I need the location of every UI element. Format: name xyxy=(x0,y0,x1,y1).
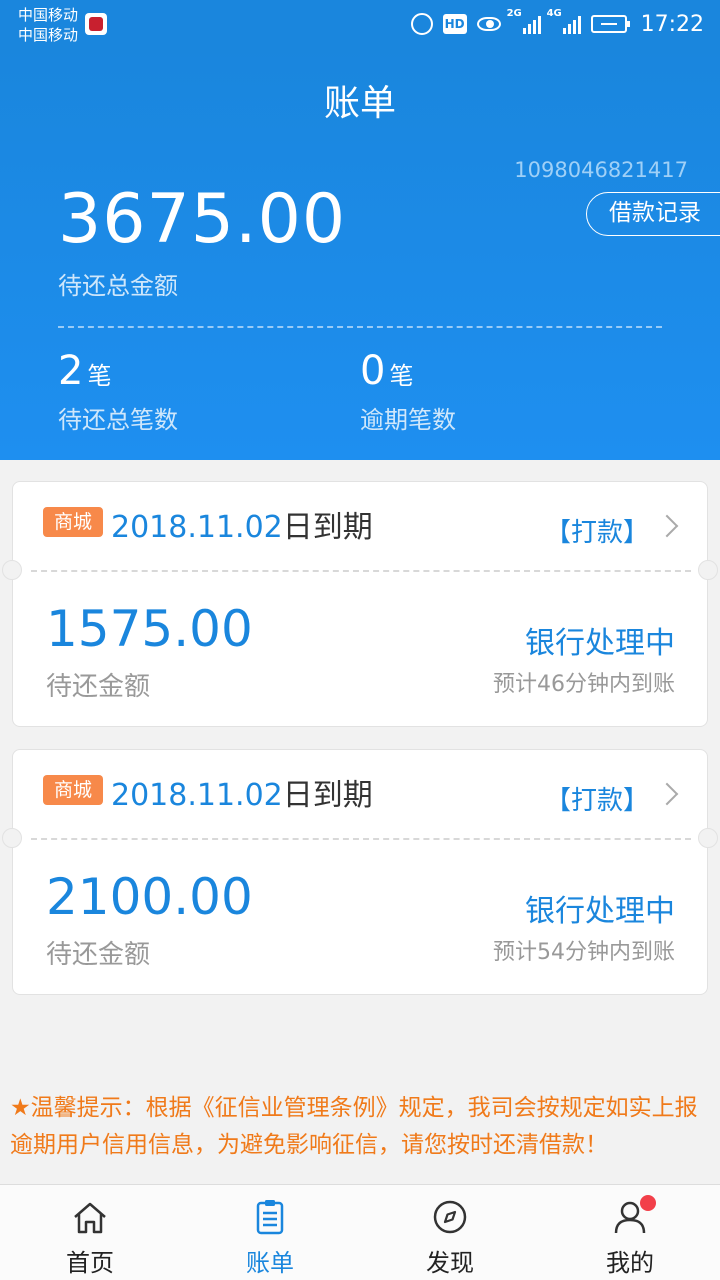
tab-home-label: 首页 xyxy=(66,1249,114,1277)
credit-notice: ★温馨提示：根据《征信业管理条例》规定，我司会按规定如实上报逾期用户信用信息，为… xyxy=(10,1095,698,1158)
loan-record-button[interactable]: 借款记录 xyxy=(586,192,720,236)
carrier-app-icon xyxy=(85,13,107,35)
card-notch xyxy=(2,560,22,580)
bill-summary-header: 账单 1098046821417 借款记录 3675.00 待还总金额 2笔 待… xyxy=(0,48,720,460)
bill-payout-link[interactable]: 【打款】 xyxy=(545,780,649,817)
bill-card[interactable]: 商城 2018.11.02日到期 【打款】 2100.00 待还金额 银行处理中… xyxy=(2,749,718,995)
bill-card-header[interactable]: 商城 2018.11.02日到期 【打款】 xyxy=(13,750,707,836)
overdue-count-stat: 0笔 逾期笔数 xyxy=(360,348,456,435)
total-amount: 3675.00 xyxy=(58,180,347,259)
bill-due-date: 2018.11.02日到期 xyxy=(111,778,373,813)
compass-icon xyxy=(433,1200,467,1234)
bill-source-tag: 商城 xyxy=(43,507,103,537)
bill-source-tag: 商城 xyxy=(43,775,103,805)
eye-comfort-icon xyxy=(476,17,501,31)
status-bar: 中国移动 中国移动 HD 2G 4G 17:22 xyxy=(0,0,720,48)
bill-due-date: 2018.11.02日到期 xyxy=(111,510,373,545)
card-notch xyxy=(2,828,22,848)
pending-count: 2 xyxy=(58,348,84,394)
bill-amount: 1575.00 xyxy=(46,600,253,658)
card-divider xyxy=(31,570,691,572)
notification-badge xyxy=(640,1195,656,1211)
bill-icon xyxy=(256,1200,284,1235)
signal-2g-label: 2G xyxy=(506,8,522,19)
signal-4g-icon: 4G xyxy=(547,8,581,34)
card-divider xyxy=(31,838,691,840)
bill-card[interactable]: 商城 2018.11.02日到期 【打款】 1575.00 待还金额 银行处理中… xyxy=(2,481,718,727)
total-amount-label: 待还总金额 xyxy=(58,272,178,300)
bill-status: 银行处理中 xyxy=(525,894,675,929)
pending-count-label: 待还总笔数 xyxy=(58,406,178,434)
bill-status: 银行处理中 xyxy=(525,626,675,661)
chevron-right-icon[interactable] xyxy=(655,782,679,806)
carrier-name-1: 中国移动 xyxy=(18,6,79,24)
overdue-count-unit: 笔 xyxy=(389,362,414,390)
carrier-name-2: 中国移动 xyxy=(18,26,79,44)
status-icons: HD 2G 4G 17:22 xyxy=(410,8,704,40)
alarm-icon xyxy=(410,13,433,35)
bill-eta: 预计46分钟内到账 xyxy=(493,672,675,697)
tab-discover[interactable]: 发现 xyxy=(360,1185,540,1280)
signal-4g-label: 4G xyxy=(546,8,562,19)
card-notch xyxy=(698,560,718,580)
tab-profile[interactable]: 我的 xyxy=(540,1185,720,1280)
bill-eta: 预计54分钟内到账 xyxy=(493,940,675,965)
page-title: 账单 xyxy=(323,83,396,124)
carrier-info: 中国移动 中国移动 xyxy=(18,5,78,45)
overdue-count-label: 逾期笔数 xyxy=(360,406,456,434)
battery-icon xyxy=(590,15,630,33)
overdue-count: 0 xyxy=(360,348,386,394)
card-notch xyxy=(698,828,718,848)
tab-bill[interactable]: 账单 xyxy=(180,1185,360,1280)
signal-2g-icon: 2G xyxy=(507,8,541,34)
tab-profile-label: 我的 xyxy=(606,1249,654,1277)
bottom-tab-bar: 首页 账单 发现 我的 xyxy=(0,1184,720,1280)
hd-icon: HD xyxy=(442,14,467,34)
home-icon xyxy=(74,1202,106,1234)
bill-amount: 2100.00 xyxy=(46,868,253,926)
tab-home[interactable]: 首页 xyxy=(0,1185,180,1280)
pending-count-unit: 笔 xyxy=(87,362,112,390)
bill-amount-label: 待还金额 xyxy=(46,940,151,970)
account-number: 1098046821417 xyxy=(514,158,688,182)
status-time: 17:22 xyxy=(640,11,704,37)
bill-card-header[interactable]: 商城 2018.11.02日到期 【打款】 xyxy=(13,482,707,568)
tab-discover-label: 发现 xyxy=(426,1249,474,1277)
pending-count-stat: 2笔 待还总笔数 xyxy=(58,348,178,435)
bill-payout-link[interactable]: 【打款】 xyxy=(545,512,649,549)
bill-amount-label: 待还金额 xyxy=(46,672,151,702)
divider xyxy=(58,326,662,328)
tab-bill-label: 账单 xyxy=(246,1249,294,1277)
chevron-right-icon[interactable] xyxy=(655,514,679,538)
